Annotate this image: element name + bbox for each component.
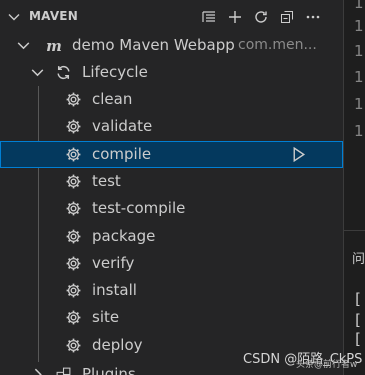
tree-item-goal[interactable]: install (0, 277, 343, 304)
goal-label: install (92, 281, 137, 300)
svg-text:m: m (46, 37, 62, 54)
maven-project-icon: m (46, 37, 62, 54)
more-icon[interactable] (303, 7, 323, 27)
chevron-right-icon[interactable] (29, 366, 46, 375)
tree-item-goal[interactable]: test (0, 168, 343, 195)
goal-label: validate (92, 117, 153, 136)
gear-icon (65, 309, 82, 326)
tree-item-goal[interactable]: validate (0, 113, 343, 140)
chevron-down-icon[interactable] (29, 64, 46, 81)
goal-label: deploy (92, 335, 143, 354)
line-number: 1 (354, 95, 364, 113)
chevron-down-icon[interactable] (6, 9, 22, 25)
gear-icon (65, 255, 82, 272)
gear-icon (65, 173, 82, 190)
line-number: 1 (354, 122, 364, 140)
header-actions (199, 7, 323, 27)
maven-section-header[interactable]: MAVEN (0, 4, 343, 30)
terminal-line: [ (353, 311, 363, 329)
project-name: demo Maven Webapp (72, 36, 235, 54)
gear-icon (65, 200, 82, 217)
goal-label: verify (92, 253, 135, 272)
gear-icon (65, 146, 82, 163)
line-number: 1 (354, 42, 364, 60)
tree-item-goal[interactable]: test-compile (0, 195, 343, 222)
play-icon[interactable] (290, 146, 307, 163)
terminal-line: [ (353, 290, 363, 308)
project-id: com.men... (238, 37, 317, 53)
tree-item-goal[interactable]: verify (0, 250, 343, 277)
line-number: 1 (354, 68, 364, 86)
tree-item-goal[interactable]: clean (0, 86, 343, 113)
chevron-down-icon[interactable] (15, 37, 32, 54)
tree-item-goal[interactable]: package (0, 223, 343, 250)
gear-icon (65, 337, 82, 354)
panel-tab-problems[interactable]: 问 (352, 248, 365, 267)
tree-item-goal[interactable]: compile (0, 140, 343, 168)
gear-icon (65, 118, 82, 135)
add-icon[interactable] (225, 7, 245, 27)
sync-icon (57, 65, 70, 80)
watermark-sub: 头条@前行者w (296, 360, 358, 370)
gear-icon (65, 228, 82, 245)
line-number: 1 (354, 17, 364, 35)
goal-label: package (92, 226, 156, 245)
maven-explorer-panel: MAVEN m demo Maven Webapp com.men... Lif… (0, 0, 343, 375)
terminal-line: [ (353, 330, 363, 348)
list-flat-icon[interactable] (199, 7, 219, 27)
goal-label: test-compile (92, 199, 186, 218)
gear-icon (65, 282, 82, 299)
tree-item-project[interactable]: m demo Maven Webapp com.men... (0, 32, 343, 59)
line-number: 1 (354, 0, 364, 12)
goal-label: clean (92, 90, 133, 108)
goal-label: site (92, 308, 120, 327)
plugins-label: Plugins (82, 365, 136, 375)
extension-icon (56, 367, 71, 375)
refresh-icon[interactable] (251, 7, 271, 27)
gear-icon (65, 91, 82, 108)
tree-item-lifecycle[interactable]: Lifecycle (0, 59, 343, 86)
panel-divider (343, 230, 365, 231)
lifecycle-label: Lifecycle (82, 63, 148, 81)
tree-item-goal[interactable]: site (0, 304, 343, 331)
section-title: MAVEN (29, 9, 78, 23)
goal-label: compile (92, 144, 152, 163)
goal-label: test (92, 171, 121, 190)
collapse-all-icon[interactable] (277, 7, 297, 27)
